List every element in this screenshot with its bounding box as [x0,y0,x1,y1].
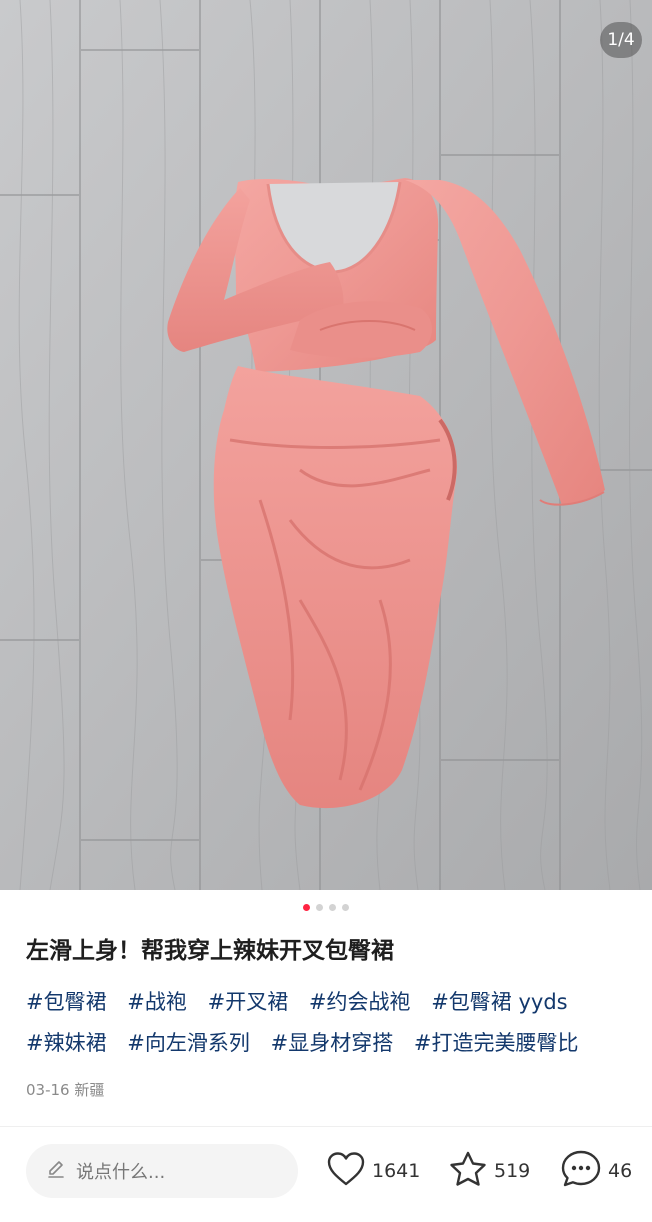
comments-button[interactable]: 46 [560,1150,632,1192]
hashtag-link[interactable]: #显身材穿搭 [271,1031,394,1055]
hashtag-link[interactable]: #向左滑系列 [127,1031,250,1055]
post-title: 左滑上身！帮我穿上辣妹开叉包臀裙 [26,938,394,964]
like-count: 1641 [372,1160,421,1182]
comment-placeholder: 说点什么... [76,1162,166,1183]
carousel-dot[interactable] [329,904,336,911]
product-photo [0,0,652,890]
post-date: 03-16 [26,1081,70,1099]
hashtag-list: #包臀裙 #战袍 #开叉裙 #约会战袍 #包臀裙 yyds #辣妹裙 #向左滑系… [26,982,636,1064]
hashtag-link[interactable]: #战袍 [127,990,187,1014]
comment-input[interactable]: 说点什么... [26,1144,298,1198]
post-meta: 03-16 新疆 [26,1079,104,1100]
star-icon [448,1150,488,1192]
heart-icon [326,1151,366,1191]
carousel-dots [0,904,652,914]
hashtag-link[interactable]: #包臀裙 [26,990,107,1014]
image-counter: 1/4 [600,22,642,58]
hashtag-link[interactable]: #约会战袍 [309,990,411,1014]
comment-count: 46 [608,1160,633,1182]
collect-button[interactable]: 519 [448,1150,530,1192]
pencil-icon [46,1159,66,1183]
hashtag-link[interactable]: #开叉裙 [208,990,289,1014]
post-image[interactable]: 1/4 [0,0,652,890]
collect-count: 519 [494,1160,531,1182]
carousel-dot[interactable] [316,904,323,911]
divider [0,1126,652,1127]
post-location: 新疆 [74,1081,105,1099]
carousel-dot[interactable] [303,904,310,911]
hashtag-link[interactable]: #包臀裙 yyds [431,990,567,1014]
hashtag-link[interactable]: #打造完美腰臀比 [414,1031,579,1055]
hashtag-link[interactable]: #辣妹裙 [26,1031,107,1055]
like-button[interactable]: 1641 [326,1150,420,1192]
carousel-dot[interactable] [342,904,349,911]
chat-bubble-icon [560,1149,602,1193]
